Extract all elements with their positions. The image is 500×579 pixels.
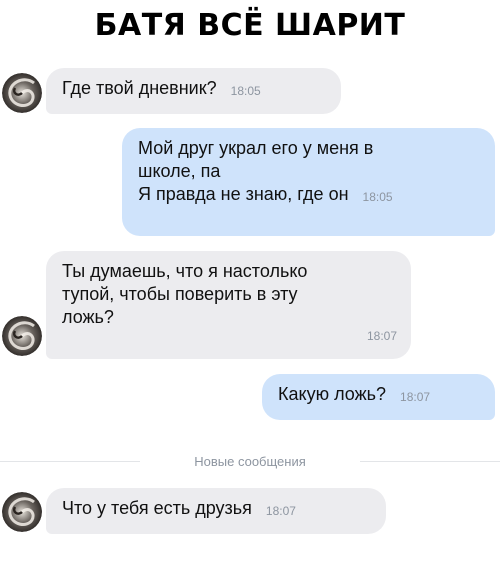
sender-avatar-icon[interactable]: [2, 492, 42, 532]
message-bubble[interactable]: Мой друг украл его у меня в школе, па Я …: [122, 128, 495, 236]
meme-title: БАТЯ ВСЁ ШАРИТ: [94, 8, 406, 43]
message-time: 18:07: [366, 329, 397, 343]
message-bubble[interactable]: Какую ложь? 18:07: [262, 374, 495, 420]
divider-line: [360, 461, 500, 462]
message-text: Мой друг украл его у меня в: [138, 138, 374, 158]
message-text: школе, па: [138, 161, 221, 181]
message-text: ложь?: [62, 307, 114, 327]
message-bubble[interactable]: Что у тебя есть друзья 18:07: [46, 488, 386, 534]
message-text: Какую ложь?: [278, 384, 387, 404]
message-time: 18:05: [230, 84, 261, 98]
message-text: Что у тебя есть друзья: [62, 498, 252, 518]
sender-avatar-icon[interactable]: [2, 316, 42, 356]
message-text: Ты думаешь, что я настолько: [62, 261, 308, 281]
message-text: Где твой дневник?: [62, 78, 217, 98]
divider-label: Новые сообщения: [194, 454, 306, 469]
message-text: Я правда не знаю, где он: [138, 184, 349, 204]
message-bubble[interactable]: Где твой дневник? 18:05: [46, 68, 341, 114]
message-time: 18:05: [362, 190, 393, 204]
message-bubble[interactable]: Ты думаешь, что я настолько тупой, чтобы…: [46, 251, 411, 359]
message-text: тупой, чтобы поверить в эту: [62, 284, 298, 304]
message-time: 18:07: [265, 504, 296, 518]
new-messages-divider: Новые сообщения: [0, 452, 500, 472]
message-time: 18:07: [400, 390, 431, 404]
sender-avatar-icon[interactable]: [2, 73, 42, 113]
